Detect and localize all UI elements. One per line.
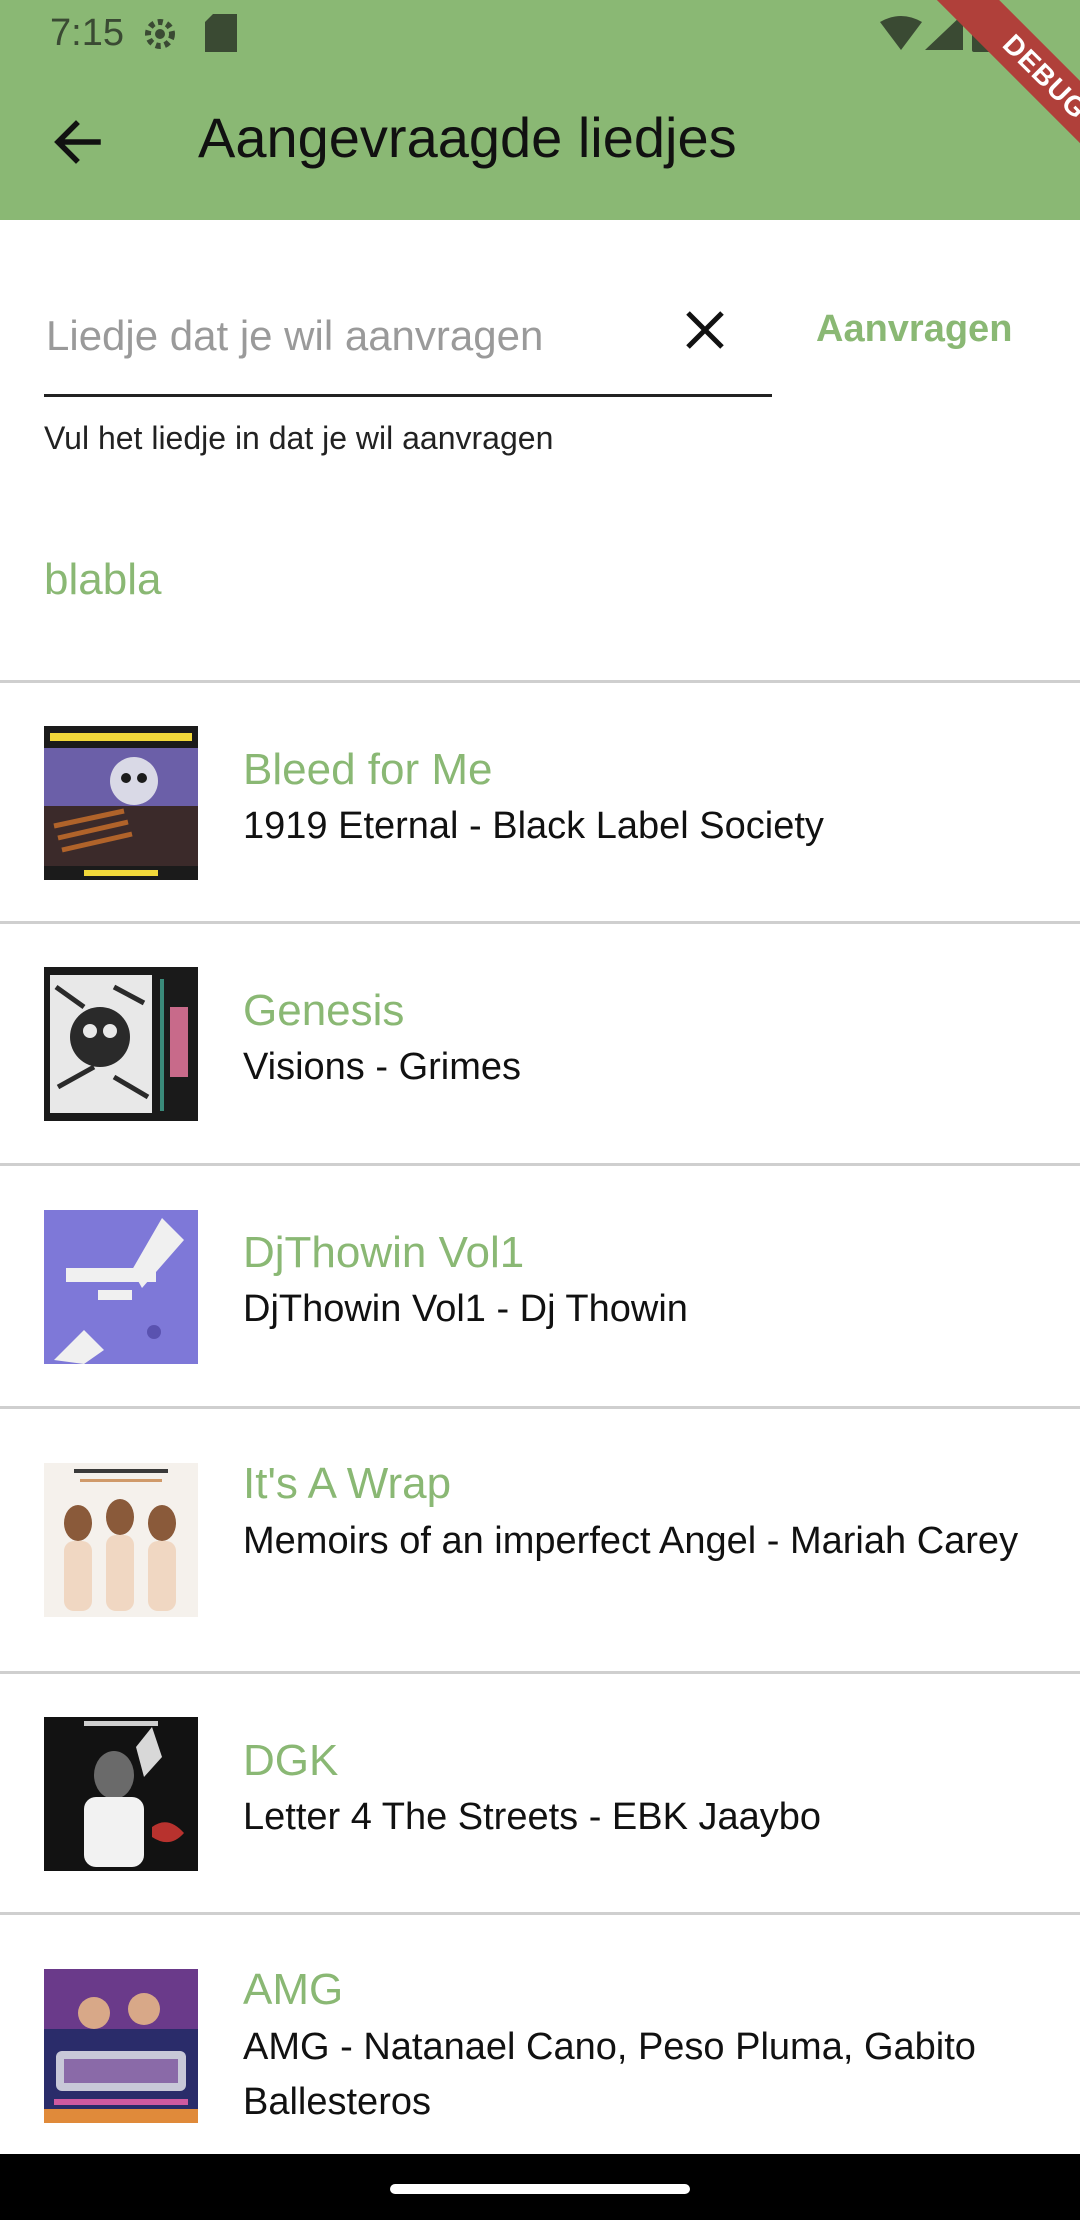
album-cover-image [44, 1717, 198, 1871]
request-button[interactable]: Aanvragen [816, 308, 1012, 351]
song-title: It's A Wrap [243, 1459, 452, 1508]
song-title: Genesis [243, 986, 405, 1035]
song-item[interactable]: It's A Wrap Memoirs of an imperfect Ange… [0, 1409, 1080, 1671]
helper-text: Vul het liedje in dat je wil aanvragen [44, 420, 554, 456]
page-title: Aangevraagde liedjes [198, 106, 737, 169]
album-cover-image [44, 1210, 198, 1364]
album-cover-image [44, 1969, 198, 2123]
album-cover-image [44, 967, 198, 1121]
entered-request-text: blabla [44, 555, 162, 604]
song-subtitle: Letter 4 The Streets - EBK Jaaybo [243, 1796, 822, 1838]
song-subtitle: DjThowin Vol1 - Dj Thowin [243, 1288, 688, 1330]
song-subtitle: 1919 Eternal - Black Label Society [243, 805, 824, 847]
song-title: Bleed for Me [243, 745, 493, 794]
song-subtitle: Memoirs of an imperfect Angel - Mariah C… [243, 1520, 1019, 1562]
home-gesture-handle[interactable] [390, 2184, 690, 2194]
song-item[interactable]: Bleed for Me 1919 Eternal - Black Label … [0, 683, 1080, 921]
album-cover-image [44, 726, 198, 880]
song-item[interactable]: DjThowin Vol1 DjThowin Vol1 - Dj Thowin [0, 1166, 1080, 1406]
sd-card-icon [205, 14, 237, 52]
input-underline [44, 394, 772, 397]
song-request-input[interactable] [44, 300, 658, 372]
app-bar: 7:15 DEBUG Aangevraagde liedjes [0, 0, 1080, 220]
song-item[interactable]: AMG AMG - Natanael Cano, Peso Pluma, Gab… [0, 1915, 1080, 2154]
close-icon[interactable] [680, 305, 730, 355]
song-subtitle: AMG - Natanael Cano, Peso Pluma, Gabito … [243, 2026, 976, 2123]
song-item[interactable]: DGK Letter 4 The Streets - EBK Jaaybo [0, 1674, 1080, 1912]
song-title: DGK [243, 1736, 339, 1785]
album-cover-image [44, 1463, 198, 1617]
song-item[interactable]: Genesis Visions - Grimes [0, 924, 1080, 1163]
song-title: AMG [243, 1965, 344, 2014]
song-title: DjThowin Vol1 [243, 1228, 525, 1277]
song-subtitle: Visions - Grimes [243, 1046, 522, 1088]
gear-icon [145, 19, 175, 49]
wifi-icon [880, 16, 922, 50]
status-time: 7:15 [50, 12, 124, 54]
arrow-back-icon[interactable] [48, 112, 108, 172]
